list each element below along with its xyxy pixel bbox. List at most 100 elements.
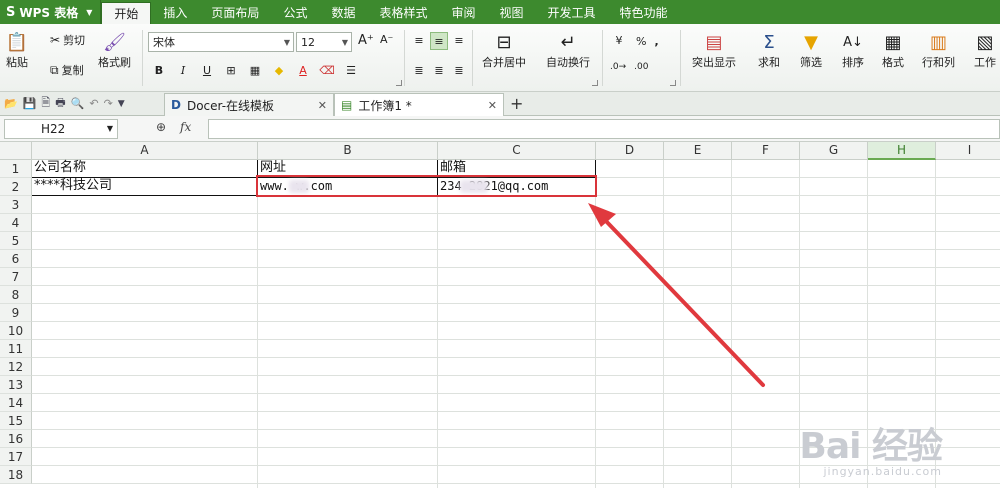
menu-item-insert[interactable]: 插入 (151, 0, 199, 24)
tab-workbook[interactable]: ▤ 工作簿1 * ✕ (334, 93, 504, 116)
alignment-dialog-launcher[interactable] (592, 80, 598, 86)
align-top-icon[interactable]: ≡ (410, 32, 428, 50)
row-header[interactable]: 15 (0, 412, 32, 430)
increase-decimal-icon[interactable]: .0→ (610, 62, 626, 72)
column-header-e[interactable]: E (664, 142, 732, 160)
cell-style-icon[interactable]: ▦ (246, 62, 264, 80)
format-painter-button[interactable]: 🖌 格式刷 (98, 30, 131, 70)
menu-item-page-layout[interactable]: 页面布局 (199, 0, 271, 24)
clear-format-icon[interactable]: ⌫ (318, 62, 336, 80)
fx-icon[interactable]: fx (180, 120, 191, 134)
menu-item-formulas[interactable]: 公式 (271, 0, 319, 24)
column-header-g[interactable]: G (800, 142, 868, 160)
print-icon[interactable]: 🖶 (55, 94, 65, 113)
formula-input[interactable] (208, 119, 1000, 139)
column-header-f[interactable]: F (732, 142, 800, 160)
cut-button[interactable]: ✂ 剪切 (50, 32, 85, 48)
row-header[interactable]: 14 (0, 394, 32, 412)
row-col-button[interactable]: ▥ 行和列 (922, 30, 955, 70)
worksheet-button[interactable]: ▧ 工作 (974, 30, 996, 70)
gridline (32, 285, 1000, 286)
close-icon[interactable]: ✕ (318, 99, 327, 112)
tab-docer[interactable]: D Docer-在线模板 ✕ (164, 93, 334, 116)
menu-item-view[interactable]: 视图 (488, 0, 536, 24)
row-header[interactable]: 13 (0, 376, 32, 394)
open-folder-icon[interactable]: 📂 (4, 97, 18, 110)
cell-a2[interactable]: ****科技公司 (32, 177, 256, 195)
sort-button[interactable]: A↓ 排序 (842, 30, 864, 70)
row-header[interactable]: 11 (0, 340, 32, 358)
sum-button[interactable]: Σ 求和 (758, 30, 780, 70)
currency-icon[interactable]: ¥ (610, 32, 628, 50)
row-header[interactable]: 12 (0, 358, 32, 376)
grow-font-button[interactable]: A⁺ (358, 33, 374, 48)
number-dialog-launcher[interactable] (670, 80, 676, 86)
row-header[interactable]: 3 (0, 196, 32, 214)
row-header[interactable]: 5 (0, 232, 32, 250)
font-name-select[interactable]: 宋体 ▼ (148, 32, 294, 52)
row-header[interactable]: 7 (0, 268, 32, 286)
menu-item-table-style[interactable]: 表格样式 (367, 0, 439, 24)
menu-item-review[interactable]: 审阅 (439, 0, 487, 24)
paste-button[interactable]: 📋 粘贴 (6, 30, 28, 70)
align-left-icon[interactable]: ≣ (410, 62, 428, 80)
row-header[interactable]: 8 (0, 286, 32, 304)
shrink-font-button[interactable]: A⁻ (380, 33, 393, 46)
wrap-text-button[interactable]: ↵ 自动换行 (546, 30, 590, 70)
app-menu-button[interactable]: S WPS 表格 ▼ (0, 0, 102, 24)
chevron-down-icon[interactable]: ▼ (118, 99, 125, 109)
conditional-format-button[interactable]: ▤ 突出显示 (692, 30, 736, 70)
align-middle-icon[interactable]: ≡ (430, 32, 448, 50)
bold-button[interactable]: B (150, 62, 168, 80)
cell-a1[interactable]: 公司名称 (32, 159, 256, 177)
preview-icon[interactable]: 🔍 (71, 97, 85, 110)
font-dialog-launcher[interactable] (396, 80, 402, 86)
merge-center-button[interactable]: ⊟ 合并居中 (482, 30, 526, 70)
borders-icon[interactable]: ⊞ (222, 62, 240, 80)
menu-item-developer[interactable]: 开发工具 (536, 0, 608, 24)
align-bottom-icon[interactable]: ≡ (450, 32, 468, 50)
align-right-icon[interactable]: ≣ (450, 62, 468, 80)
new-tab-icon[interactable]: + (510, 94, 523, 113)
save-icon[interactable]: 💾 (23, 97, 37, 110)
row-header[interactable]: 2 (0, 178, 32, 196)
column-header-d[interactable]: D (596, 142, 664, 160)
format-button[interactable]: ▦ 格式 (882, 30, 904, 70)
font-color-icon[interactable]: A (294, 62, 312, 80)
menu-item-home[interactable]: 开始 (101, 2, 152, 24)
copy-button[interactable]: ⧉ 复制 (50, 62, 84, 78)
print-preview-icon[interactable]: 🗎 (41, 94, 50, 113)
column-header-c[interactable]: C (438, 142, 596, 160)
row-header[interactable]: 4 (0, 214, 32, 232)
indent-icon[interactable]: ☰ (342, 62, 360, 80)
cut-label: 剪切 (63, 34, 86, 47)
italic-button[interactable]: I (174, 62, 192, 80)
row-header[interactable]: 1 (0, 160, 32, 178)
underline-button[interactable]: U (198, 62, 216, 80)
column-header-b[interactable]: B (258, 142, 438, 160)
name-box[interactable]: H22 ▼ (4, 119, 118, 139)
row-header[interactable]: 10 (0, 322, 32, 340)
column-header-a[interactable]: A (32, 142, 258, 160)
font-size-select[interactable]: 12 ▼ (296, 32, 352, 52)
filter-button[interactable]: ▼ 筛选 (800, 30, 822, 70)
redo-icon[interactable]: ↷ (104, 97, 113, 110)
row-header[interactable]: 17 (0, 448, 32, 466)
percent-button[interactable]: % (636, 35, 646, 48)
comma-button[interactable]: , (654, 35, 658, 48)
undo-icon[interactable]: ↶ (89, 97, 98, 110)
align-center-icon[interactable]: ≣ (430, 62, 448, 80)
decrease-decimal-icon[interactable]: .00 (634, 62, 648, 72)
close-icon[interactable]: ✕ (488, 99, 497, 112)
row-header[interactable]: 6 (0, 250, 32, 268)
zoom-icon[interactable]: ⊕ (156, 120, 166, 134)
column-header-i[interactable]: I (936, 142, 1000, 160)
menu-item-special[interactable]: 特色功能 (608, 0, 680, 24)
menu-item-data[interactable]: 数据 (319, 0, 367, 24)
row-header[interactable]: 18 (0, 466, 32, 484)
fill-color-icon[interactable]: ◆ (270, 62, 288, 80)
row-header[interactable]: 9 (0, 304, 32, 322)
row-header[interactable]: 16 (0, 430, 32, 448)
select-all-corner[interactable] (0, 142, 32, 160)
column-header-h[interactable]: H (868, 142, 936, 160)
